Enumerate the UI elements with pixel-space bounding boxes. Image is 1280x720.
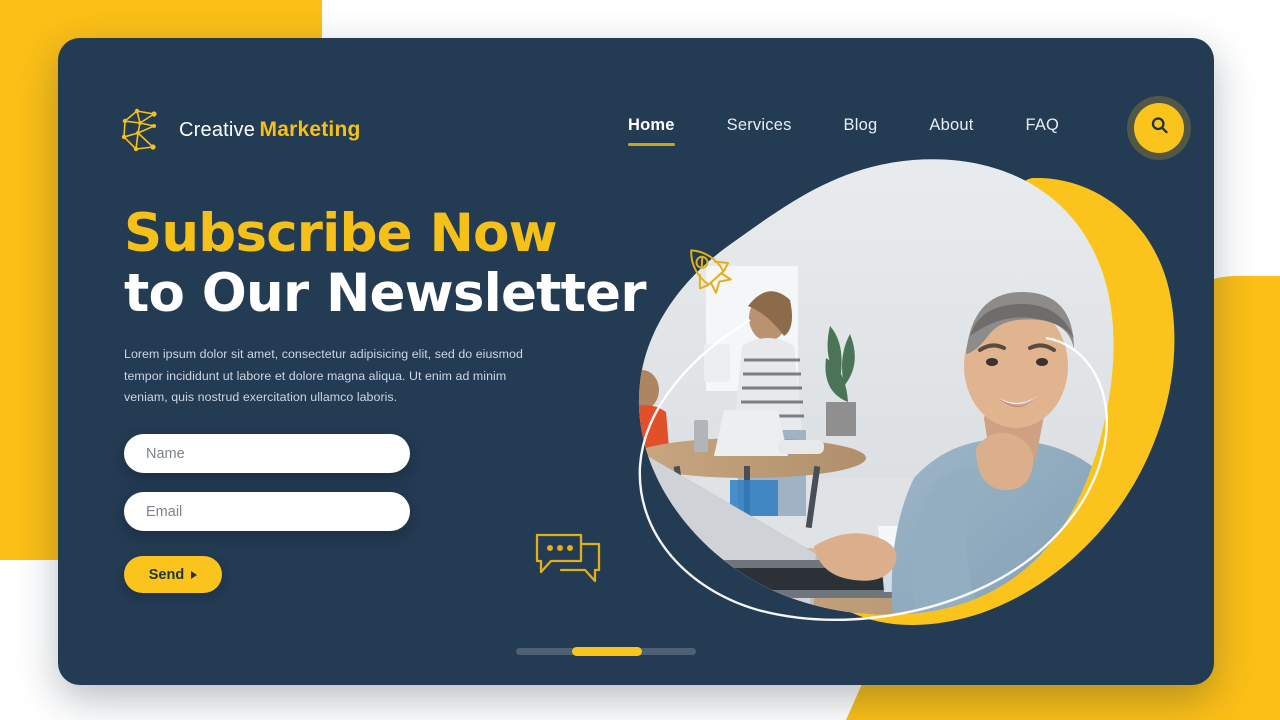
network-c-logo-icon: [120, 106, 166, 154]
nav-active-underline: [628, 143, 675, 146]
nav-item-services[interactable]: Services: [727, 116, 792, 146]
main-navigation: Home Services Blog About FAQ: [628, 116, 1059, 146]
hero-paragraph: Lorem ipsum dolor sit amet, consectetur …: [124, 347, 523, 405]
page-root: Creative Marketing Home Services Blog Ab…: [0, 0, 1280, 720]
nav-item-home-label: Home: [628, 116, 675, 134]
hero-card: Creative Marketing Home Services Blog Ab…: [58, 38, 1214, 685]
brand-logo[interactable]: Creative Marketing: [120, 106, 361, 154]
page-title: Subscribe Now to Our Newsletter: [124, 203, 664, 324]
chat-bubbles-icon: [531, 526, 605, 595]
nav-item-faq[interactable]: FAQ: [1025, 116, 1059, 146]
hero-illustration: [578, 148, 1214, 648]
site-header: Creative Marketing Home Services Blog Ab…: [58, 38, 1214, 160]
nav-item-home[interactable]: Home: [628, 116, 675, 146]
hero-photo: [638, 159, 1114, 615]
nav-item-about[interactable]: About: [929, 116, 973, 146]
headline-line-1: Subscribe Now: [124, 203, 558, 264]
rocket-icon: [677, 238, 739, 305]
search-icon: [1149, 115, 1170, 141]
slider-track[interactable]: [516, 647, 696, 656]
brand-name-line2: Marketing: [259, 117, 361, 141]
send-button[interactable]: Send: [124, 556, 222, 594]
nav-item-blog[interactable]: Blog: [844, 116, 878, 146]
headline-line-2: to Our Newsletter: [124, 262, 646, 324]
slider-active-thumb[interactable]: [572, 647, 642, 656]
play-arrow-icon: [191, 571, 198, 580]
slider-pagination[interactable]: [516, 647, 696, 656]
email-input[interactable]: [124, 492, 410, 532]
send-button-label: Send: [148, 566, 185, 583]
decorative-yellow-block-bottom-right: [862, 684, 1280, 720]
brand-name-line1: Creative: [179, 118, 256, 141]
search-button-inner: [1134, 103, 1184, 153]
name-input[interactable]: [124, 434, 410, 474]
